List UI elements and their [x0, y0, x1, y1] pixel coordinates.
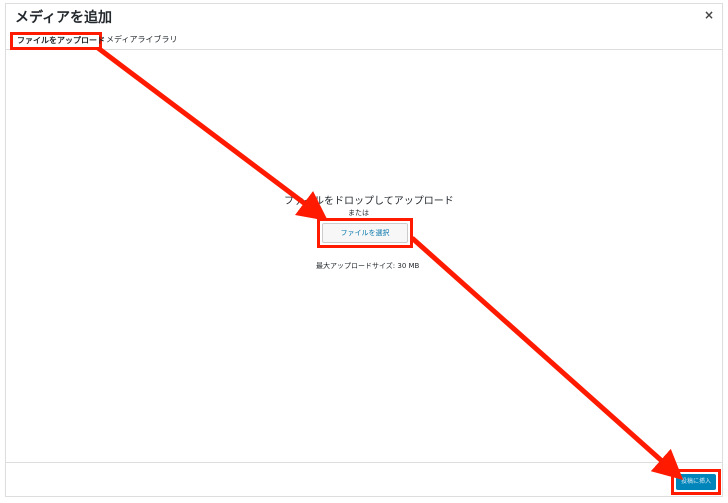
modal-footer: 投稿に挿入 [6, 462, 722, 496]
insert-button-highlight: 投稿に挿入 [671, 469, 721, 495]
drop-instructions: ファイルをドロップしてアップロード [284, 196, 454, 207]
modal-header: メディアを追加 × ファイルをアップロード メディアライブラリ [6, 4, 722, 50]
select-files-button[interactable]: ファイルを選択 [322, 223, 408, 243]
select-files-highlight: ファイルを選択 [317, 218, 413, 248]
tab-media-library[interactable]: メディアライブラリ [104, 32, 177, 50]
insert-into-post-button[interactable]: 投稿に挿入 [676, 474, 716, 490]
max-upload-size: 最大アップロードサイズ: 30 MB [316, 262, 420, 270]
or-text: または [348, 209, 369, 217]
upload-area[interactable]: ファイルをドロップしてアップロード または ファイルを選択 最大アップロードサイ… [6, 50, 722, 462]
media-modal: メディアを追加 × ファイルをアップロード メディアライブラリ ファイルをドロッ… [5, 3, 723, 497]
tab-upload-files[interactable]: ファイルをアップロード [10, 32, 105, 50]
close-button[interactable]: × [702, 8, 716, 22]
modal-title: メディアを追加 [15, 10, 113, 26]
